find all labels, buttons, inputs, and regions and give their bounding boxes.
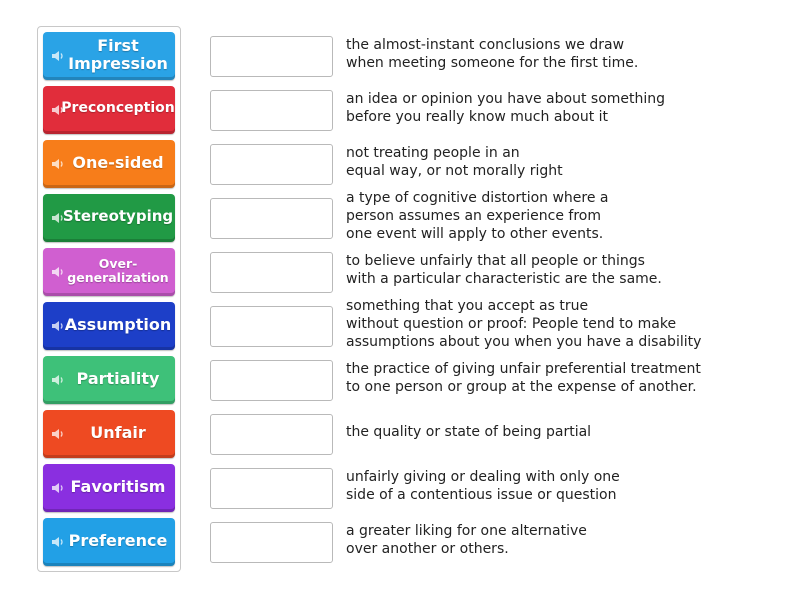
answer-drop-box[interactable] (210, 36, 333, 77)
tile-preconception[interactable]: Preconception (43, 86, 175, 134)
tile-first-impression[interactable]: First Impression (43, 32, 175, 80)
definition-text: the almost-instant conclusions we draw w… (346, 37, 639, 71)
tile-label: First Impression (68, 35, 168, 73)
tile-label: Preconception (61, 99, 175, 116)
answer-drop-box[interactable] (210, 306, 333, 347)
definition-text: an idea or opinion you have about someth… (346, 91, 666, 125)
answer-drop-box[interactable] (210, 90, 333, 131)
tile-label: Preference (68, 530, 168, 550)
tile-label: Stereotyping (62, 207, 174, 226)
answer-drop-box[interactable] (210, 252, 333, 293)
answer-drop-box[interactable] (210, 198, 333, 239)
definition-text: the practice of giving unfair preferenti… (346, 361, 701, 395)
answer-drop-box[interactable] (210, 360, 333, 401)
tile-over-generalization[interactable]: Over- generalization (43, 248, 175, 296)
definition-text: unfairly giving or dealing with only one… (346, 469, 620, 503)
tile-label: Favoritism (70, 476, 166, 496)
answer-drop-box[interactable] (210, 468, 333, 509)
tile-stereotyping[interactable]: Stereotyping (43, 194, 175, 242)
tile-favoritism[interactable]: Favoritism (43, 464, 175, 512)
tile-assumption[interactable]: Assumption (43, 302, 175, 350)
tile-label: Partiality (76, 368, 160, 388)
definition-text: a type of cognitive distortion where a p… (346, 190, 609, 242)
tile-one-sided[interactable]: One-sided (43, 140, 175, 188)
definition-text: not treating people in an equal way, or … (346, 145, 563, 179)
definition-text: something that you accept as true withou… (346, 298, 702, 350)
tile-label: Unfair (90, 422, 146, 442)
answer-drop-box[interactable] (210, 414, 333, 455)
tile-label: Over- generalization (67, 255, 169, 285)
definition-text: to believe unfairly that all people or t… (346, 253, 662, 287)
answer-drop-box[interactable] (210, 522, 333, 563)
definition-text: a greater liking for one alternative ove… (346, 523, 587, 557)
tile-label: Assumption (64, 314, 172, 334)
tile-unfair[interactable]: Unfair (43, 410, 175, 458)
answer-drop-box[interactable] (210, 144, 333, 185)
tile-label: One-sided (72, 152, 164, 172)
tile-partiality[interactable]: Partiality (43, 356, 175, 404)
definition-text: the quality or state of being partial (346, 424, 592, 440)
tile-preference[interactable]: Preference (43, 518, 175, 566)
